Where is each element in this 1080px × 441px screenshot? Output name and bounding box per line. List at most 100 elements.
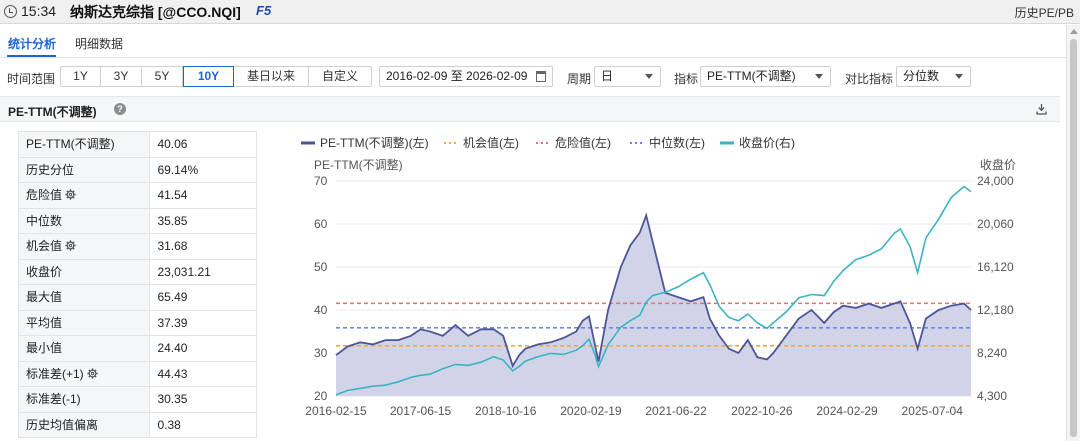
compare-label: 对比指标	[845, 72, 894, 86]
stat-label-cell: 历史均值偏离	[19, 412, 151, 437]
range-5y-button[interactable]: 5Y	[142, 67, 183, 86]
date-range-input[interactable]: 2016-02-09 至 2026-02-09	[379, 66, 553, 87]
x-tick-label: 2018-10-16	[475, 404, 537, 418]
stat-label-cell: 最大值	[19, 285, 151, 310]
x-tick-label: 2020-02-19	[560, 404, 622, 418]
stat-value: 35.85	[150, 208, 257, 233]
legend-pe-label: PE-TTM(不调整)(左)	[320, 135, 429, 150]
stat-value: 40.06	[150, 132, 257, 157]
x-tick-label: 2022-10-26	[731, 404, 793, 418]
active-tab-indicator	[7, 55, 56, 57]
left-tick-label: 30	[314, 346, 328, 360]
period-select[interactable]: 日	[594, 66, 661, 87]
stat-label-cell: 最小值	[19, 336, 151, 361]
legend-median-label: 中位数(左)	[649, 135, 705, 150]
scroll-up-icon[interactable]	[1070, 29, 1078, 34]
left-tick-label: 20	[314, 389, 328, 403]
stat-value: 31.68	[150, 234, 257, 259]
gear-icon[interactable]	[87, 363, 98, 379]
stat-value: 0.38	[150, 412, 257, 437]
x-tick-label: 2025-07-04	[902, 404, 964, 418]
stat-label: 中位数	[26, 213, 63, 228]
section-header: PE-TTM(不调整) ?	[0, 96, 1060, 122]
stats-row: 机会值 31.68	[19, 234, 257, 260]
stat-label: 最大值	[26, 290, 63, 304]
tab-bar: 统计分析 明细数据	[0, 25, 1066, 58]
right-axis-title: 收盘价	[980, 157, 1016, 172]
stat-label: 机会值	[26, 239, 63, 253]
stat-label-cell: PE-TTM(不调整)	[19, 132, 151, 157]
help-icon[interactable]: ?	[114, 103, 126, 115]
right-tick-label: 24,000	[977, 174, 1014, 188]
metric-label: 指标	[674, 72, 699, 86]
window-title: 纳斯达克综指 [@CCO.NQI]	[70, 4, 241, 20]
stats-row: 历史分位 69.14%	[19, 157, 257, 183]
title-bar: 15:34 纳斯达克综指 [@CCO.NQI] F5 历史PE/PB	[0, 0, 1080, 24]
time-range-selector: 1Y 3Y 5Y 10Y 基日以来 自定义	[60, 66, 372, 87]
left-tick-label: 70	[314, 174, 328, 188]
stats-row: 标准差(-1) 30.35	[19, 387, 257, 413]
date-range-value: 2016-02-09 至 2026-02-09	[386, 69, 528, 83]
stats-row: 最大值 65.49	[19, 285, 257, 311]
stat-label: 收盘价	[26, 264, 63, 279]
scroll-thumb[interactable]	[1070, 39, 1077, 437]
right-tick-label: 16,120	[977, 260, 1014, 274]
x-tick-label: 2021-06-22	[645, 404, 707, 418]
stat-label: 历史分位	[26, 162, 75, 177]
stat-label-cell: 机会值	[19, 234, 151, 259]
stats-table: PE-TTM(不调整) 40.06 历史分位 69.14% 危险值 41.54 中位数 35.…	[18, 131, 257, 438]
clock-icon	[4, 5, 17, 18]
function-title: 历史PE/PB	[1014, 6, 1074, 20]
stats-row: 危险值 41.54	[19, 183, 257, 209]
vertical-scrollbar[interactable]	[1066, 25, 1080, 441]
stat-label-cell: 历史分位	[19, 157, 151, 182]
chevron-down-icon	[645, 74, 653, 79]
stat-label: 最小值	[26, 341, 63, 355]
stats-row: 平均值 37.39	[19, 310, 257, 336]
range-since-base-button[interactable]: 基日以来	[234, 67, 309, 86]
stats-row: 标准差(+1) 44.43	[19, 361, 257, 387]
legend-opportunity-label: 机会值(左)	[463, 135, 519, 150]
left-axis-title: PE-TTM(不调整)	[314, 157, 403, 172]
stat-label-cell: 标准差(-1)	[19, 387, 151, 412]
gear-icon[interactable]	[65, 184, 76, 200]
calendar-icon[interactable]	[536, 71, 546, 82]
legend-danger-label: 危险值(左)	[555, 135, 611, 150]
x-tick-label: 2017-06-15	[390, 404, 452, 418]
x-tick-label: 2016-02-15	[305, 404, 367, 418]
tab-detail-data[interactable]: 明细数据	[75, 35, 123, 52]
compare-select[interactable]: 分位数	[896, 66, 971, 87]
stats-row: 中位数 35.85	[19, 208, 257, 234]
stats-row: 历史均值偏离 0.38	[19, 412, 257, 438]
tab-statistics[interactable]: 统计分析	[8, 35, 56, 52]
stats-row: PE-TTM(不调整) 40.06	[19, 132, 257, 158]
stat-value: 69.14%	[150, 157, 257, 182]
time-range-label: 时间范围	[7, 72, 56, 86]
download-icon[interactable]	[1036, 103, 1047, 115]
stat-value: 37.39	[150, 310, 257, 335]
left-tick-label: 60	[314, 217, 328, 231]
stat-value: 44.43	[150, 361, 257, 386]
clock-time: 15:34	[21, 3, 57, 19]
stat-value: 41.54	[150, 183, 257, 208]
stat-label-cell: 收盘价	[19, 259, 151, 284]
metric-select[interactable]: PE-TTM(不调整)	[700, 66, 831, 87]
range-custom-button[interactable]: 自定义	[309, 67, 371, 86]
hotkey-label: F5	[256, 3, 272, 18]
stat-value: 30.35	[150, 387, 257, 412]
stat-value: 24.40	[150, 336, 257, 361]
stat-label-cell: 标准差(+1)	[19, 361, 151, 386]
period-value: 日	[601, 69, 614, 83]
stat-label-cell: 平均值	[19, 310, 151, 335]
stat-label: 标准差(-1)	[26, 392, 81, 406]
chevron-down-icon	[955, 74, 963, 79]
stats-row: 收盘价 23,031.21	[19, 259, 257, 285]
chevron-down-icon	[815, 74, 823, 79]
range-10y-button[interactable]: 10Y	[183, 66, 234, 87]
range-3y-button[interactable]: 3Y	[101, 67, 142, 86]
compare-value: 分位数	[903, 69, 940, 83]
gear-icon[interactable]	[65, 235, 76, 251]
stat-value: 23,031.21	[150, 259, 257, 284]
stat-label: 平均值	[26, 315, 63, 330]
range-1y-button[interactable]: 1Y	[61, 67, 101, 86]
